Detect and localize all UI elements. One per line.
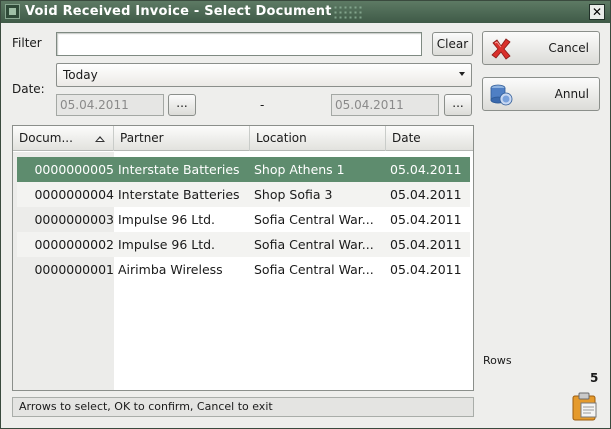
cell-partner: Interstate Batteries	[118, 187, 240, 202]
date-from-picker-button[interactable]: ...	[168, 94, 196, 116]
date-to-picker-button[interactable]: ...	[444, 94, 472, 116]
cell-document: 0000000005	[34, 162, 114, 177]
cell-date: 05.04.2011	[390, 212, 462, 227]
rows-label: Rows	[483, 354, 512, 367]
date-range-value: Today	[63, 68, 98, 82]
close-window-button[interactable]: ✕	[589, 4, 605, 20]
sort-ascending-icon	[95, 136, 105, 142]
cell-document: 0000000001	[34, 262, 114, 277]
cell-partner: Impulse 96 Ltd.	[118, 212, 216, 227]
cell-partner: Interstate Batteries	[118, 162, 240, 177]
annul-button[interactable]: Annul	[482, 77, 600, 111]
cell-partner: Impulse 96 Ltd.	[118, 237, 216, 252]
table-row[interactable]: 0000000005 Interstate Batteries Shop Ath…	[17, 157, 470, 182]
database-void-icon	[490, 84, 513, 106]
grid-header: Docum... Partner Location Date	[13, 126, 473, 151]
cell-partner: Airimba Wireless	[118, 262, 223, 277]
filter-label: Filter	[12, 36, 42, 50]
title-bar[interactable]: Void Received Invoice - Select Document …	[1, 1, 610, 23]
cell-document: 0000000002	[34, 237, 114, 252]
clipboard-icon[interactable]	[571, 391, 599, 421]
documents-grid[interactable]: Docum... Partner Location Date 000000000…	[12, 125, 474, 391]
date-separator: -	[260, 98, 265, 112]
cell-document: 0000000004	[34, 187, 114, 202]
cancel-button[interactable]: Cancel	[482, 31, 600, 65]
table-row[interactable]: 0000000003 Impulse 96 Ltd. Sofia Central…	[17, 207, 470, 232]
table-row[interactable]: 0000000002 Impulse 96 Ltd. Sofia Central…	[17, 232, 470, 257]
date-from-field[interactable]: 05.04.2011	[56, 94, 164, 116]
cancel-button-label: Cancel	[548, 41, 589, 55]
annul-button-label: Annul	[554, 87, 589, 101]
red-x-icon	[491, 38, 511, 60]
date-range-select[interactable]: Today	[56, 63, 472, 87]
cell-date: 05.04.2011	[390, 187, 462, 202]
cell-date: 05.04.2011	[390, 237, 462, 252]
cell-location: Sofia Central War...	[254, 262, 374, 277]
title-decoration	[333, 5, 363, 19]
cell-date: 05.04.2011	[390, 162, 462, 177]
window-menu-icon[interactable]	[5, 4, 20, 19]
chevron-down-icon	[459, 72, 465, 76]
column-header-partner[interactable]: Partner	[114, 126, 250, 151]
cell-document: 0000000003	[34, 212, 114, 227]
cell-location: Sofia Central War...	[254, 237, 374, 252]
column-header-document[interactable]: Docum...	[13, 126, 114, 151]
column-header-document-label: Docum...	[19, 131, 73, 145]
cell-location: Shop Sofia 3	[254, 187, 333, 202]
cell-location: Sofia Central War...	[254, 212, 374, 227]
status-bar: Arrows to select, OK to confirm, Cancel …	[12, 397, 474, 417]
cell-date: 05.04.2011	[390, 262, 462, 277]
rows-count: 5	[590, 371, 599, 385]
window-title: Void Received Invoice - Select Document	[25, 4, 332, 19]
cell-location: Shop Athens 1	[254, 162, 345, 177]
column-header-date[interactable]: Date	[386, 126, 473, 151]
date-label: Date:	[12, 82, 45, 96]
clear-button[interactable]: Clear	[432, 32, 473, 56]
column-header-location[interactable]: Location	[250, 126, 386, 151]
filter-input[interactable]	[56, 32, 422, 56]
table-row[interactable]: 0000000004 Interstate Batteries Shop Sof…	[17, 182, 470, 207]
table-row[interactable]: 0000000001 Airimba Wireless Sofia Centra…	[17, 257, 470, 282]
date-to-field[interactable]: 05.04.2011	[331, 94, 439, 116]
dialog-window: Void Received Invoice - Select Document …	[0, 0, 611, 429]
